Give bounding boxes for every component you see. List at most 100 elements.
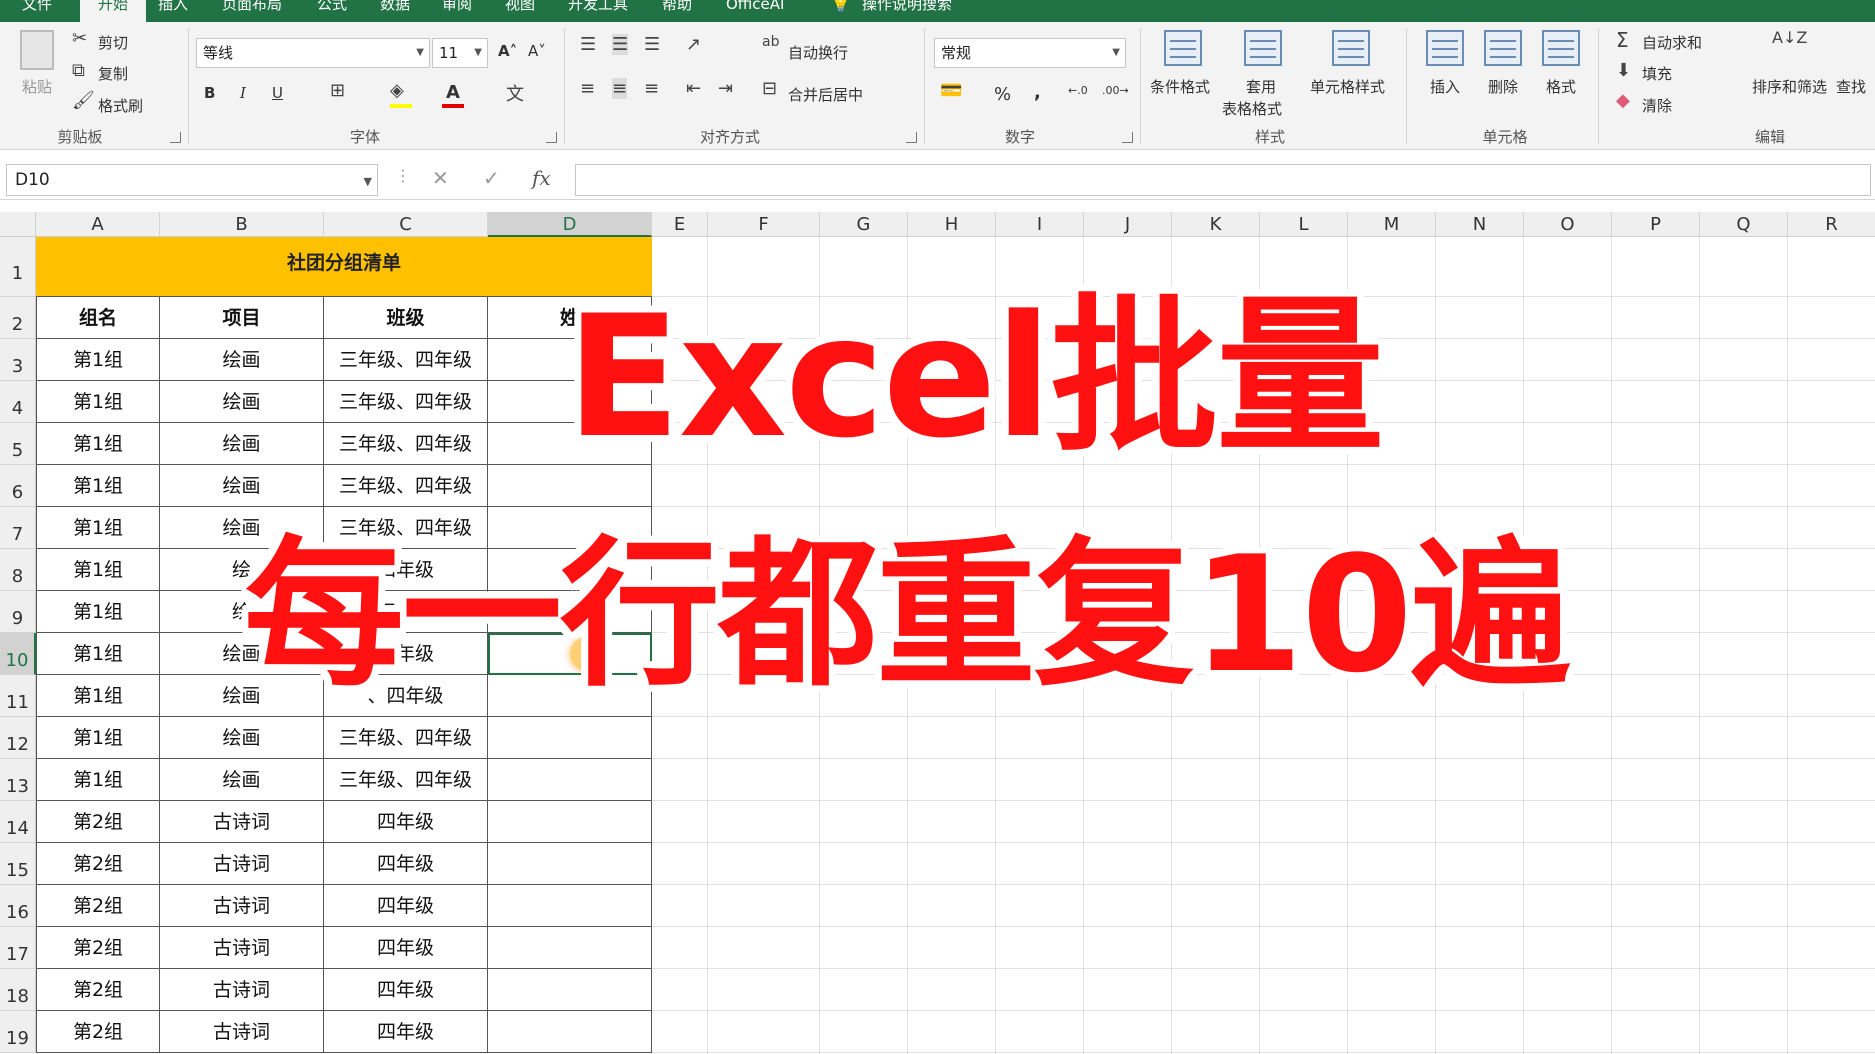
table-cell[interactable]: 古诗词 <box>160 1011 324 1053</box>
row-header-3[interactable]: 3 <box>0 339 36 381</box>
fill-color-icon[interactable]: ◈ <box>390 80 404 101</box>
conditional-format-button[interactable]: 条件格式 <box>1150 76 1210 97</box>
tab-insert[interactable]: 插入 <box>158 0 188 22</box>
table-cell[interactable]: 古诗词 <box>160 801 324 843</box>
row-header-8[interactable]: 8 <box>0 549 36 591</box>
decrease-indent-icon[interactable]: ⇤ <box>686 78 701 99</box>
table-cell[interactable]: 绘画 <box>160 759 324 801</box>
column-header-o[interactable]: O <box>1524 212 1612 237</box>
cell-styles-button[interactable]: 单元格样式 <box>1310 76 1385 97</box>
table-cell[interactable]: 三年级、四年级 <box>324 339 488 381</box>
comma-button[interactable]: , <box>1034 82 1041 103</box>
font-launcher-icon[interactable] <box>546 132 557 143</box>
row-header-11[interactable]: 11 <box>0 675 36 717</box>
align-top-icon[interactable]: ☰ <box>580 34 596 55</box>
column-header-f[interactable]: F <box>708 212 820 237</box>
align-middle-icon[interactable]: ☰ <box>612 34 629 55</box>
shrink-font-icon[interactable]: A˅ <box>528 42 546 60</box>
format-painter-button[interactable]: 格式刷 <box>98 95 143 116</box>
row-header-12[interactable]: 12 <box>0 717 36 759</box>
row-header-13[interactable]: 13 <box>0 759 36 801</box>
tab-review[interactable]: 审阅 <box>442 0 472 22</box>
delete-button[interactable]: 删除 <box>1488 76 1518 97</box>
tab-view[interactable]: 视图 <box>505 0 535 22</box>
table-cell[interactable]: 第1组 <box>36 549 160 591</box>
table-cell[interactable]: 第2组 <box>36 969 160 1011</box>
increase-decimal-icon[interactable]: ←.0 <box>1068 84 1088 97</box>
table-cell[interactable]: 三年级、四年级 <box>324 717 488 759</box>
row-header-1[interactable]: 1 <box>0 237 36 297</box>
sheet-title-cell[interactable]: 社团分组清单 <box>36 237 652 297</box>
align-bottom-icon[interactable]: ☰ <box>644 34 660 55</box>
autosum-button[interactable]: 自动求和 <box>1642 32 1702 53</box>
table-cell[interactable]: 第2组 <box>36 1011 160 1053</box>
table-cell[interactable]: 三年级、四年级 <box>324 423 488 465</box>
table-cell[interactable]: 第1组 <box>36 759 160 801</box>
table-cell[interactable]: 四年级 <box>324 1011 488 1053</box>
merge-center-button[interactable]: 合并后居中 <box>788 84 863 105</box>
row-header-7[interactable]: 7 <box>0 507 36 549</box>
column-header-a[interactable]: A <box>36 212 160 237</box>
italic-button[interactable]: I <box>240 84 246 102</box>
orientation-icon[interactable]: ↗ <box>686 34 701 55</box>
tab-home[interactable]: 开始 <box>80 0 147 22</box>
align-right-icon[interactable]: ≡ <box>644 78 659 99</box>
cancel-icon[interactable]: ✕ <box>432 166 449 190</box>
header-cell[interactable]: 班级 <box>324 297 488 339</box>
tell-me-search[interactable]: 操作说明搜索 <box>862 0 952 22</box>
empty-cell[interactable] <box>488 885 652 927</box>
table-cell[interactable]: 第2组 <box>36 927 160 969</box>
underline-button[interactable]: U <box>272 84 283 102</box>
tab-data[interactable]: 数据 <box>380 0 410 22</box>
font-color-icon[interactable]: A <box>446 82 460 103</box>
row-header-9[interactable]: 9 <box>0 591 36 633</box>
tab-help[interactable]: 帮助 <box>662 0 692 22</box>
table-cell[interactable]: 第1组 <box>36 717 160 759</box>
decrease-decimal-icon[interactable]: .00→ <box>1102 84 1129 97</box>
name-box[interactable]: D10 ▼ <box>6 164 378 196</box>
table-cell[interactable]: 绘画 <box>160 339 324 381</box>
increase-indent-icon[interactable]: ⇥ <box>718 78 733 99</box>
tab-formulas[interactable]: 公式 <box>317 0 347 22</box>
font-size-select[interactable]: 11 ▼ <box>432 38 488 68</box>
tab-developer[interactable]: 开发工具 <box>568 0 628 22</box>
alignment-launcher-icon[interactable] <box>906 132 917 143</box>
find-button[interactable]: 查找 <box>1836 76 1866 97</box>
empty-cell[interactable] <box>488 1011 652 1053</box>
column-header-j[interactable]: J <box>1084 212 1172 237</box>
row-header-2[interactable]: 2 <box>0 297 36 339</box>
table-cell[interactable]: 第1组 <box>36 339 160 381</box>
table-cell[interactable]: 绘画 <box>160 423 324 465</box>
table-cell[interactable]: 三年级、四年级 <box>324 465 488 507</box>
wrap-text-button[interactable]: 自动换行 <box>788 42 848 63</box>
column-header-q[interactable]: Q <box>1700 212 1788 237</box>
column-header-e[interactable]: E <box>652 212 708 237</box>
table-cell[interactable]: 三年级、四年级 <box>324 759 488 801</box>
table-cell[interactable]: 古诗词 <box>160 969 324 1011</box>
column-header-r[interactable]: R <box>1788 212 1875 237</box>
table-cell[interactable]: 绘画 <box>160 465 324 507</box>
enter-icon[interactable]: ✓ <box>483 166 500 190</box>
table-cell[interactable]: 四年级 <box>324 843 488 885</box>
row-header-10[interactable]: 10 <box>0 633 36 675</box>
align-center-icon[interactable]: ≡ <box>612 78 628 99</box>
column-header-b[interactable]: B <box>160 212 324 237</box>
table-format-button-line1[interactable]: 套用 <box>1246 76 1276 97</box>
table-cell[interactable]: 第1组 <box>36 381 160 423</box>
clipboard-launcher-icon[interactable] <box>170 132 181 143</box>
column-header-g[interactable]: G <box>820 212 908 237</box>
tab-page-layout[interactable]: 页面布局 <box>222 0 282 22</box>
table-format-button-line2[interactable]: 表格格式 <box>1222 98 1282 119</box>
table-cell[interactable]: 绘画 <box>160 717 324 759</box>
table-cell[interactable]: 第2组 <box>36 801 160 843</box>
table-cell[interactable]: 第1组 <box>36 507 160 549</box>
table-cell[interactable]: 第1组 <box>36 591 160 633</box>
empty-cell[interactable] <box>488 801 652 843</box>
clear-button[interactable]: 清除 <box>1642 95 1672 116</box>
row-header-4[interactable]: 4 <box>0 381 36 423</box>
row-header-6[interactable]: 6 <box>0 465 36 507</box>
header-cell[interactable]: 组名 <box>36 297 160 339</box>
copy-button[interactable]: 复制 <box>98 63 128 84</box>
table-cell[interactable]: 第1组 <box>36 423 160 465</box>
row-header-18[interactable]: 18 <box>0 969 36 1011</box>
